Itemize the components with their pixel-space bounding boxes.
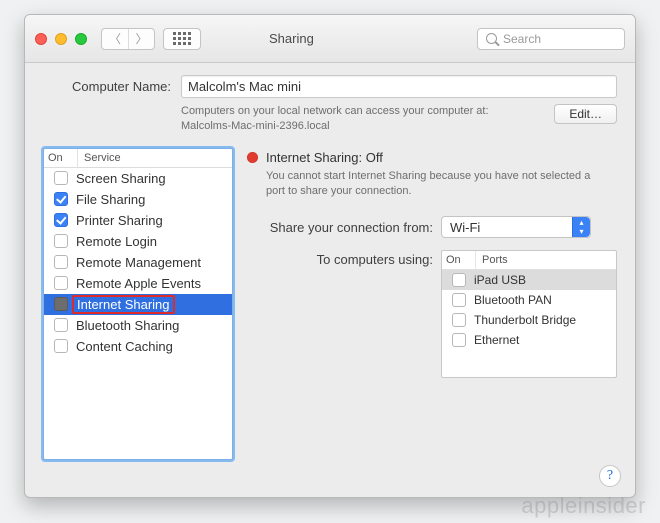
service-row[interactable]: Remote Apple Events (44, 273, 232, 294)
service-checkbox[interactable] (50, 276, 72, 290)
checkbox-icon (54, 297, 68, 311)
edit-computer-name-button[interactable]: Edit… (554, 104, 617, 124)
checkbox-icon (452, 273, 466, 287)
computer-name-field[interactable]: Malcolm's Mac mini (181, 75, 617, 98)
close-icon[interactable] (35, 33, 47, 45)
port-label: iPad USB (470, 273, 526, 287)
share-from-select[interactable]: Wi-Fi ▴▾ (441, 216, 591, 238)
search-input[interactable]: Search (477, 28, 625, 50)
forward-button[interactable]: 〉 (128, 29, 154, 49)
zoom-icon[interactable] (75, 33, 87, 45)
ports-header-on: On (442, 251, 476, 269)
services-table: On Service Screen Sharing File Sharing Pri… (43, 148, 233, 460)
port-row[interactable]: iPad USB (442, 270, 616, 290)
ports-table: On Ports iPad USB Bluetooth PAN Thunderbol… (441, 250, 617, 378)
service-label: Remote Apple Events (72, 276, 201, 291)
to-using-label: To computers using: (247, 250, 433, 267)
search-placeholder: Search (503, 32, 541, 46)
service-checkbox[interactable] (50, 171, 72, 185)
service-detail: Internet Sharing: Off You cannot start I… (247, 148, 617, 460)
port-checkbox[interactable] (448, 273, 470, 287)
service-checkbox[interactable] (50, 297, 72, 311)
port-checkbox[interactable] (448, 313, 470, 327)
port-label: Ethernet (470, 333, 519, 347)
port-label: Thunderbolt Bridge (470, 313, 576, 327)
port-label: Bluetooth PAN (470, 293, 552, 307)
service-label: Internet Sharing (72, 295, 175, 314)
ports-table-header: On Ports (442, 251, 616, 270)
ports-header-label: Ports (476, 251, 616, 269)
show-all-button[interactable] (163, 28, 201, 50)
grid-icon (173, 32, 191, 45)
preferences-window: 〈 〉 Sharing Search Computer Name: Malcol… (24, 14, 636, 498)
back-button[interactable]: 〈 (102, 29, 128, 49)
chevron-left-icon: 〈 (109, 30, 121, 47)
port-row[interactable]: Ethernet (442, 330, 616, 350)
checkbox-icon (54, 255, 68, 269)
service-label: Remote Management (72, 255, 201, 270)
status-title: Internet Sharing: Off (266, 150, 606, 165)
service-label: Bluetooth Sharing (72, 318, 179, 333)
pane-body: Computer Name: Malcolm's Mac mini Comput… (25, 63, 635, 470)
checkbox-icon (54, 339, 68, 353)
checkbox-icon (54, 192, 68, 206)
checkbox-icon (54, 234, 68, 248)
computer-name-hint: Computers on your local network can acce… (181, 104, 489, 134)
service-label: Printer Sharing (72, 213, 163, 228)
share-from-value: Wi-Fi (450, 220, 480, 235)
window-title: Sharing (269, 31, 314, 46)
service-row[interactable]: Remote Management (44, 252, 232, 273)
checkbox-icon (54, 213, 68, 227)
minimize-icon[interactable] (55, 33, 67, 45)
service-label: Remote Login (72, 234, 157, 249)
help-button[interactable]: ? (599, 465, 621, 487)
service-row[interactable]: Bluetooth Sharing (44, 315, 232, 336)
service-row[interactable]: Content Caching (44, 336, 232, 357)
service-label: Screen Sharing (72, 171, 166, 186)
computer-name-label: Computer Name: (43, 79, 171, 94)
service-checkbox[interactable] (50, 318, 72, 332)
service-checkbox[interactable] (50, 213, 72, 227)
service-checkbox[interactable] (50, 234, 72, 248)
search-icon (486, 33, 497, 44)
checkbox-icon (452, 313, 466, 327)
service-checkbox[interactable] (50, 339, 72, 353)
checkbox-icon (452, 293, 466, 307)
service-row[interactable]: File Sharing (44, 189, 232, 210)
port-checkbox[interactable] (448, 333, 470, 347)
checkbox-icon (54, 276, 68, 290)
nav-back-forward: 〈 〉 (101, 28, 155, 50)
share-from-label: Share your connection from: (247, 220, 433, 235)
service-checkbox[interactable] (50, 255, 72, 269)
port-checkbox[interactable] (448, 293, 470, 307)
service-row[interactable]: Remote Login (44, 231, 232, 252)
services-header-on: On (44, 149, 78, 167)
status-indicator-icon (247, 152, 258, 163)
service-row[interactable]: Printer Sharing (44, 210, 232, 231)
checkbox-icon (452, 333, 466, 347)
service-label: File Sharing (72, 192, 145, 207)
chevron-right-icon: 〉 (135, 30, 147, 47)
service-label: Content Caching (72, 339, 173, 354)
titlebar: 〈 〉 Sharing Search (25, 15, 635, 63)
select-stepper-icon: ▴▾ (572, 217, 590, 237)
service-checkbox[interactable] (50, 192, 72, 206)
service-row[interactable]: Screen Sharing (44, 168, 232, 189)
status-description: You cannot start Internet Sharing becaus… (266, 169, 606, 199)
checkbox-icon (54, 171, 68, 185)
services-header-service: Service (78, 149, 232, 167)
services-table-header: On Service (44, 149, 232, 168)
service-row[interactable]: Internet Sharing (44, 294, 232, 315)
port-row[interactable]: Thunderbolt Bridge (442, 310, 616, 330)
traffic-lights (35, 33, 87, 45)
checkbox-icon (54, 318, 68, 332)
port-row[interactable]: Bluetooth PAN (442, 290, 616, 310)
